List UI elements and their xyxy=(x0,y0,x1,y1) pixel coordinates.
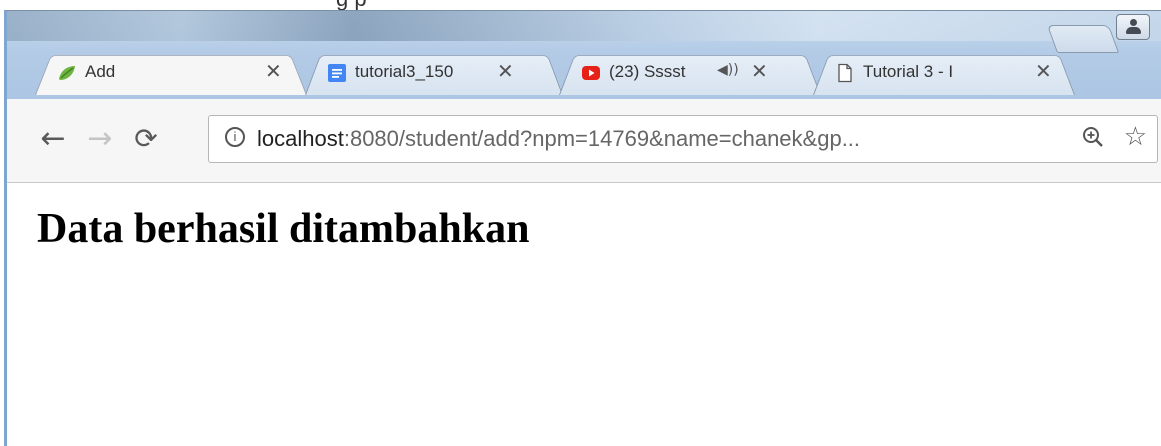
tab-youtube[interactable]: (23) Sssst ◀)) ✕ xyxy=(559,49,821,95)
profile-icon-head xyxy=(1130,19,1137,26)
reload-button[interactable]: ⟳ xyxy=(128,121,164,157)
tab-content: Tutorial 3 - I ✕ xyxy=(813,49,1075,95)
tab-content: tutorial3_150 ✕ xyxy=(305,49,563,95)
tab-tutorial3-doc[interactable]: tutorial3_150 ✕ xyxy=(305,49,563,95)
close-icon[interactable]: ✕ xyxy=(265,59,282,83)
browser-window: Add ✕ tutorial3_150 ✕ (23) Sssst ◀)) ✕ T… xyxy=(4,10,1161,446)
screen: g p Add ✕ xyxy=(0,0,1161,446)
back-button[interactable]: ← xyxy=(35,121,71,157)
profile-icon-body xyxy=(1126,27,1141,34)
tab-title: Tutorial 3 - I xyxy=(863,62,954,81)
speaker-icon[interactable]: ◀)) xyxy=(717,62,739,78)
forward-button[interactable]: → xyxy=(82,121,118,157)
toolbar: ← → ⟳ i localhost:8080/student/add?npm=1… xyxy=(7,99,1161,183)
close-icon[interactable]: ✕ xyxy=(751,59,768,83)
address-bar[interactable]: i localhost:8080/student/add?npm=14769&n… xyxy=(208,115,1158,163)
tab-tutorial3-page[interactable]: Tutorial 3 - I ✕ xyxy=(813,49,1075,95)
close-icon[interactable]: ✕ xyxy=(1035,59,1052,83)
info-icon[interactable]: i xyxy=(225,127,245,147)
tab-title: Add xyxy=(85,62,116,81)
bookmark-star-icon[interactable]: ☆ xyxy=(1124,122,1147,152)
url-path: :8080/student/add?npm=14769&name=chanek&… xyxy=(343,126,861,151)
page-heading: Data berhasil ditambahkan xyxy=(37,206,530,252)
page-icon xyxy=(838,63,852,83)
page-content: Data berhasil ditambahkan xyxy=(7,183,1161,446)
zoom-icon[interactable] xyxy=(1081,125,1105,149)
spring-leaf-icon xyxy=(59,66,75,80)
tab-add[interactable]: Add ✕ xyxy=(35,49,307,95)
youtube-icon xyxy=(582,66,600,80)
tab-title: tutorial3_150 xyxy=(355,62,454,81)
tab-content: Add ✕ xyxy=(35,49,307,95)
title-bar-background xyxy=(7,11,1161,41)
url-host: localhost xyxy=(257,126,344,151)
google-docs-icon xyxy=(328,64,346,82)
tab-content: (23) Sssst ◀)) ✕ xyxy=(559,49,821,95)
new-tab-button[interactable] xyxy=(1046,25,1120,53)
tab-title: (23) Sssst xyxy=(609,62,686,81)
profile-button[interactable] xyxy=(1116,14,1150,40)
url-text[interactable]: localhost:8080/student/add?npm=14769&nam… xyxy=(257,126,860,152)
close-icon[interactable]: ✕ xyxy=(497,59,514,83)
